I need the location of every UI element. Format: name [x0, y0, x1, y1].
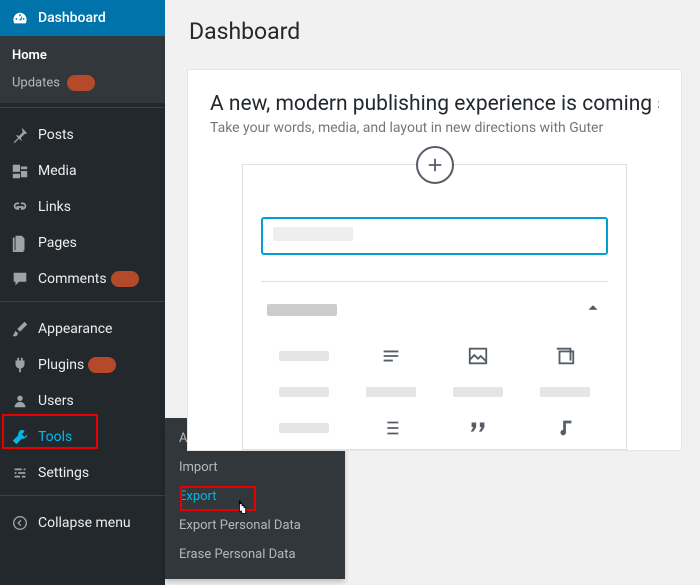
users-icon: [10, 391, 30, 411]
gallery-icon: [554, 345, 576, 367]
collapse-icon: [10, 513, 30, 533]
sidebar-item-dashboard[interactable]: Dashboard: [0, 0, 165, 36]
sidebar-item-tools[interactable]: Tools: [0, 419, 165, 455]
settings-icon: [10, 463, 30, 483]
sidebar-item-links[interactable]: Links: [0, 189, 165, 225]
image-icon: [467, 345, 489, 367]
brush-icon: [10, 319, 30, 339]
sidebar-label-dashboard: Dashboard: [38, 10, 106, 26]
separator: [0, 301, 165, 307]
gutenberg-preview: [242, 164, 627, 450]
comments-badge: [111, 271, 139, 287]
sidebar-label-plugins: Plugins: [38, 357, 84, 373]
block-section: [261, 281, 608, 449]
quote-icon: [467, 417, 489, 439]
plus-icon: [426, 156, 444, 174]
block-cell[interactable]: [348, 387, 435, 397]
media-icon: [10, 161, 30, 181]
sidebar-item-appearance[interactable]: Appearance: [0, 311, 165, 347]
comments-icon: [10, 269, 30, 289]
block-cell[interactable]: [261, 417, 348, 439]
title-placeholder: [273, 227, 353, 241]
plugin-icon: [10, 355, 30, 375]
welcome-subtitle: Take your words, media, and layout in ne…: [210, 120, 659, 136]
page-title: Dashboard: [165, 0, 700, 55]
block-paragraph[interactable]: [348, 345, 435, 367]
block-gallery[interactable]: [521, 345, 608, 367]
placeholder: [540, 387, 590, 397]
sidebar-item-users[interactable]: Users: [0, 383, 165, 419]
sidebar-label-settings: Settings: [38, 465, 89, 481]
sidebar-item-settings[interactable]: Settings: [0, 455, 165, 491]
sidebar-subitem-home[interactable]: Home: [0, 42, 165, 69]
updates-label: Updates: [12, 75, 60, 90]
block-list[interactable]: [348, 417, 435, 439]
audio-icon: [554, 417, 576, 439]
sidebar-label-users: Users: [38, 393, 74, 409]
sidebar-label-links: Links: [38, 199, 71, 215]
updates-badge: [67, 75, 95, 91]
block-cell[interactable]: [435, 387, 522, 397]
sidebar-label-pages: Pages: [38, 235, 77, 251]
placeholder: [366, 387, 416, 397]
dashboard-submenu: Home Updates: [0, 36, 165, 103]
add-block-button[interactable]: [416, 146, 454, 184]
dashboard-icon: [10, 8, 30, 28]
sidebar-subitem-updates[interactable]: Updates: [0, 69, 165, 97]
admin-sidebar: Dashboard Home Updates Posts Media Links…: [0, 0, 165, 585]
block-audio[interactable]: [521, 417, 608, 439]
block-quote[interactable]: [435, 417, 522, 439]
block-image[interactable]: [435, 345, 522, 367]
sidebar-label-appearance: Appearance: [38, 321, 112, 337]
sidebar-label-posts: Posts: [38, 127, 74, 143]
chevron-up-icon: [584, 298, 602, 321]
placeholder: [279, 351, 329, 361]
welcome-heading: A new, modern publishing experience is c…: [210, 92, 659, 116]
sidebar-label-collapse: Collapse menu: [38, 515, 131, 531]
block-row: [261, 407, 608, 449]
block-cell[interactable]: [521, 387, 608, 397]
block-cell[interactable]: [261, 345, 348, 367]
sidebar-item-posts[interactable]: Posts: [0, 117, 165, 153]
paragraph-icon: [380, 345, 402, 367]
block-cell[interactable]: [261, 387, 348, 397]
sidebar-item-plugins[interactable]: Plugins: [0, 347, 165, 383]
sidebar-item-comments[interactable]: Comments: [0, 261, 165, 297]
sidebar-label-comments: Comments: [38, 271, 107, 287]
sidebar-item-media[interactable]: Media: [0, 153, 165, 189]
plugins-badge: [88, 357, 116, 373]
wrench-icon: [10, 427, 30, 447]
sidebar-item-collapse[interactable]: Collapse menu: [0, 505, 165, 541]
placeholder: [279, 423, 329, 433]
block-row: [261, 335, 608, 377]
sidebar-label-media: Media: [38, 163, 77, 179]
pin-icon: [10, 125, 30, 145]
pages-icon: [10, 233, 30, 253]
block-row: [261, 377, 608, 407]
placeholder: [453, 387, 503, 397]
sidebar-label-tools: Tools: [38, 429, 72, 445]
link-icon: [10, 197, 30, 217]
block-section-header[interactable]: [261, 294, 608, 335]
block-section-label: [267, 304, 337, 316]
list-icon: [380, 417, 402, 439]
main-content: Dashboard A new, modern publishing exper…: [165, 0, 700, 585]
title-input[interactable]: [261, 217, 608, 255]
welcome-panel: A new, modern publishing experience is c…: [187, 69, 682, 451]
separator: [0, 107, 165, 113]
placeholder: [279, 387, 329, 397]
separator: [0, 495, 165, 501]
sidebar-item-pages[interactable]: Pages: [0, 225, 165, 261]
